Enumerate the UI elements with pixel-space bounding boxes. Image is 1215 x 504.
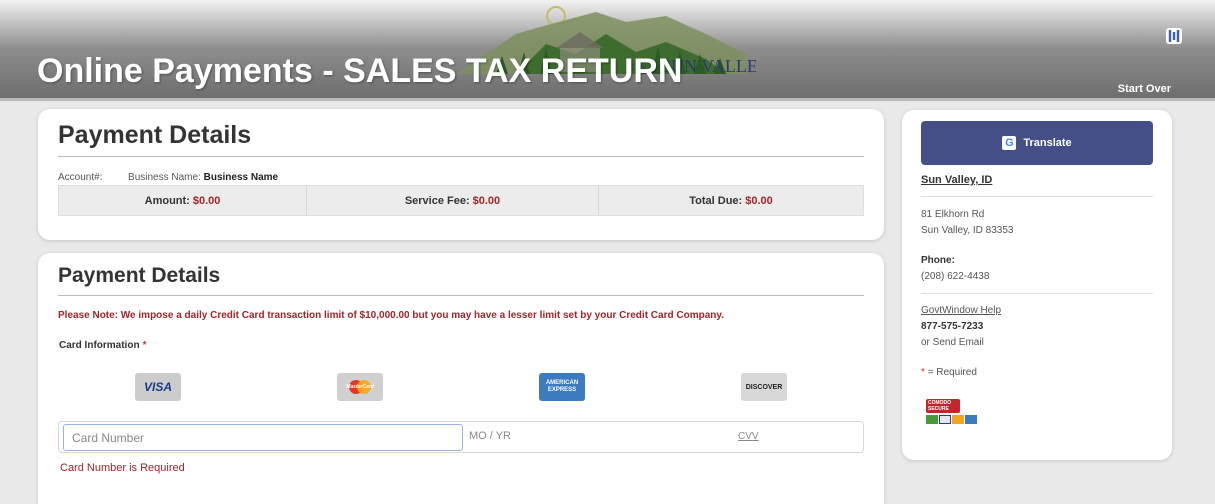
sidebar-divider (921, 196, 1153, 197)
comodo-secure-badge: COMODO SECURE (926, 399, 960, 413)
google-icon: G (1002, 136, 1017, 150)
start-over-link[interactable]: Start Over (1118, 83, 1171, 95)
amount-bar: Amount: $0.00 Service Fee: $0.00 Total D… (58, 185, 864, 216)
location-link[interactable]: Sun Valley, ID (921, 174, 992, 186)
address-line2: Sun Valley, ID 83353 (921, 225, 1014, 236)
help-phone: 877-575-7233 (921, 321, 984, 332)
govtwindow-help-link[interactable]: GovtWindow Help (921, 303, 1001, 319)
phone-value: (208) 622-4438 (921, 271, 990, 282)
address-line1: 81 Elkhorn Rd (921, 209, 985, 220)
transaction-limit-note: Please Note: We impose a daily Credit Ca… (58, 310, 724, 321)
send-email-link[interactable]: or Send Email (921, 335, 1001, 351)
card-fields-row: MO / YR CVV (58, 421, 864, 453)
required-legend-text: = Required (927, 367, 977, 378)
required-legend: * = Required (921, 365, 977, 381)
business-name-label: Business Name: (128, 172, 201, 183)
service-fee-value: $0.00 (472, 194, 501, 207)
accepted-cards-icon (926, 415, 977, 424)
card-number-input[interactable] (63, 424, 463, 451)
payment-summary-card: Payment Details Account#: Business Name:… (38, 109, 884, 240)
govtwindow-logo-icon[interactable] (1163, 25, 1185, 47)
payment-heading: Payment Details (58, 264, 221, 287)
cvv-input[interactable]: CVV (738, 431, 759, 442)
card-number-error: Card Number is Required (60, 462, 185, 474)
business-name-value: Business Name (203, 172, 279, 183)
expiry-input[interactable]: MO / YR (469, 430, 511, 442)
card-information-label: Card Information * (59, 340, 147, 351)
total-due-value: $0.00 (745, 194, 773, 207)
mastercard-logo: MasterCard (337, 373, 383, 401)
total-due-cell: Total Due: $0.00 (599, 186, 863, 215)
sidebar-card: G Translate Sun Valley, ID 81 Elkhorn Rd… (902, 110, 1172, 460)
page-header: City of SUN VALLEY Online Payments - SAL… (0, 0, 1215, 101)
sidebar-divider-2 (921, 293, 1153, 294)
page-title: Online Payments - SALES TAX RETURN (37, 52, 683, 90)
service-fee-cell: Service Fee: $0.00 (307, 186, 599, 215)
amount-cell: Amount: $0.00 (59, 186, 307, 215)
account-label: Account#: (58, 172, 103, 183)
amex-logo: AMERICAN EXPRESS (539, 373, 585, 401)
summary-divider (58, 156, 864, 157)
translate-label: Translate (1023, 137, 1072, 149)
security-badges: COMODO SECURE (926, 399, 977, 424)
service-fee-label: Service Fee: (404, 194, 470, 207)
summary-heading: Payment Details (58, 121, 252, 149)
help-block: GovtWindow Help 877-575-7233 or Send Ema… (921, 303, 1001, 351)
total-due-label: Total Due: (689, 194, 743, 207)
payment-divider (58, 295, 864, 296)
amount-label: Amount: (144, 194, 190, 207)
required-legend-star: * (921, 367, 925, 378)
address-block: 81 Elkhorn Rd Sun Valley, ID 83353 (921, 207, 1013, 239)
discover-logo: DISCOVER (741, 373, 787, 401)
required-star: * (142, 340, 147, 351)
visa-logo: VISA (135, 373, 181, 401)
phone-label: Phone: (921, 255, 955, 266)
payment-entry-card: Payment Details Please Note: We impose a… (38, 253, 884, 504)
phone-block: Phone: (208) 622-4438 (921, 253, 989, 285)
mastercard-text: MasterCard (346, 384, 374, 390)
translate-button[interactable]: G Translate (921, 121, 1153, 165)
account-row: Account#: Business Name: Business Name (58, 172, 278, 183)
amount-value: $0.00 (192, 194, 221, 207)
